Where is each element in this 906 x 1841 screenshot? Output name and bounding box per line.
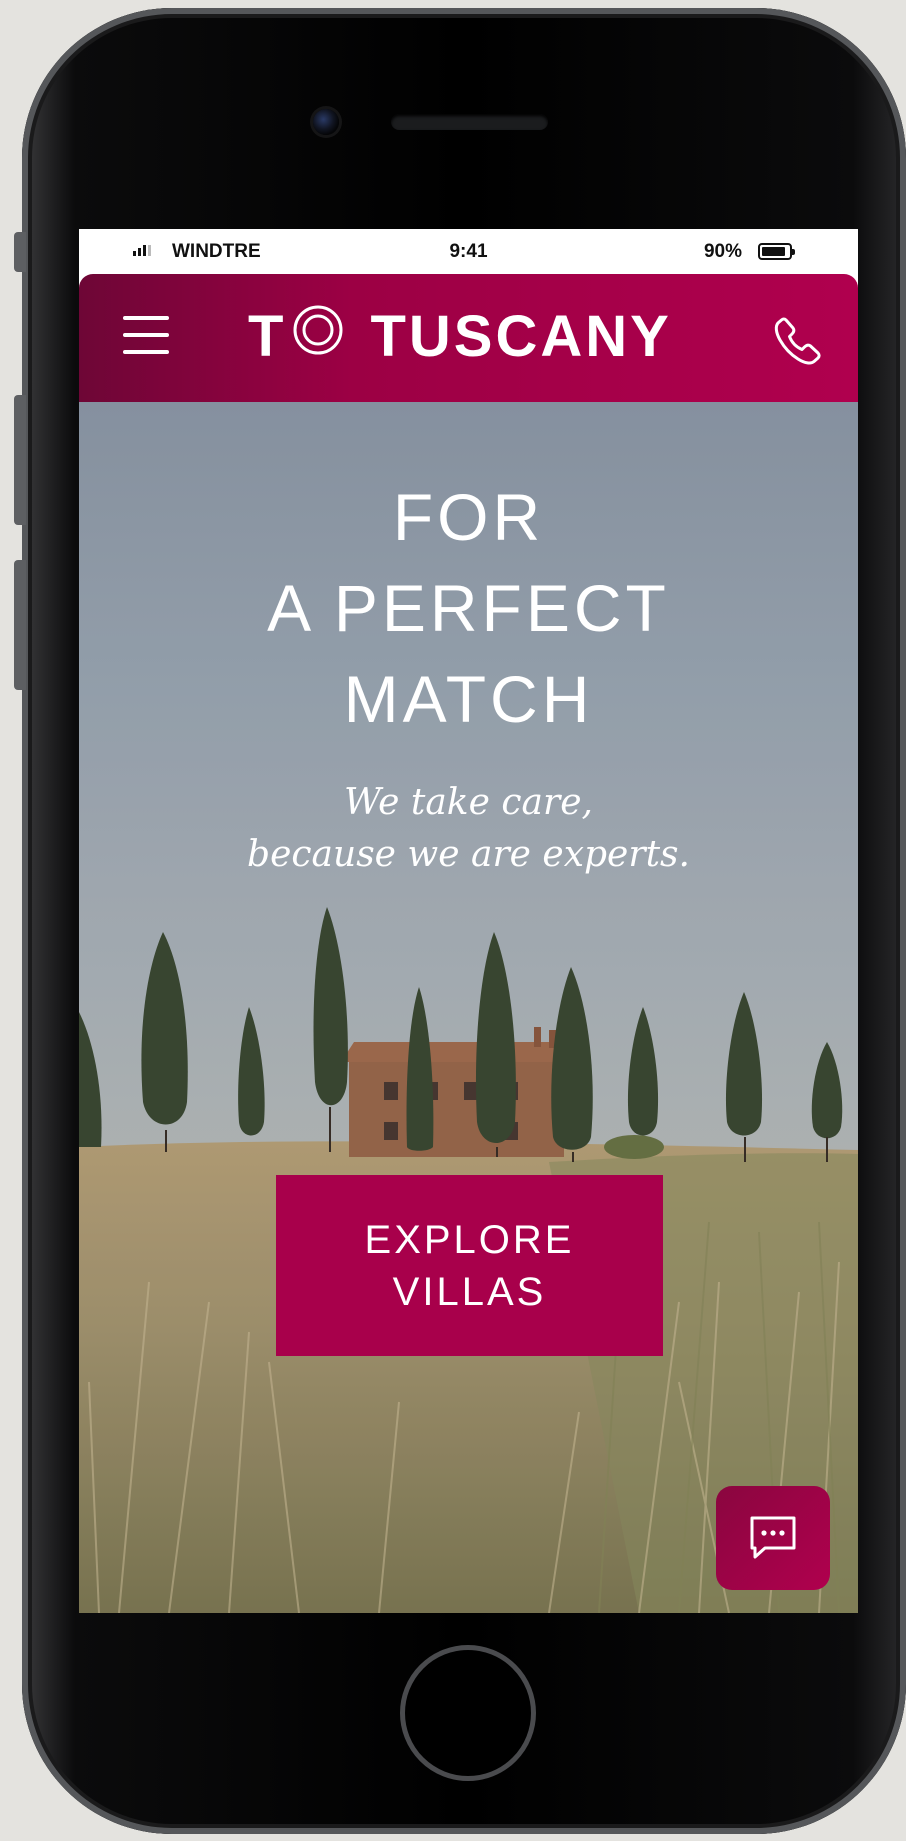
phone-icon — [774, 317, 821, 365]
chat-bubble-icon — [750, 1516, 796, 1559]
hero-subtitle-line: We take care, — [344, 782, 593, 823]
status-bar: WINDTRE 9:41 90% — [79, 229, 858, 274]
hamburger-menu-icon — [123, 316, 169, 320]
hero-title-line: A PERFECT — [267, 571, 670, 645]
device-screen: WINDTRE 9:41 90% T TUSCANY FOR A PERFECT… — [79, 229, 858, 1613]
cta-label-line: EXPLORE — [364, 1217, 575, 1262]
mute-switch — [14, 232, 26, 272]
home-button[interactable] — [400, 1645, 536, 1781]
logo-ring-icon — [292, 303, 344, 370]
hero-title: FOR A PERFECT MATCH — [79, 472, 858, 745]
call-button[interactable] — [772, 314, 824, 366]
battery-percent: 90% — [703, 241, 742, 262]
volume-down-button — [14, 560, 26, 690]
hero-subtitle-line: because we are experts. — [247, 834, 690, 875]
front-camera — [313, 109, 339, 135]
hero-title-line: FOR — [392, 480, 545, 554]
chat-button[interactable] — [716, 1486, 830, 1590]
hero-title-line: MATCH — [343, 662, 594, 736]
earpiece-speaker — [391, 114, 548, 130]
battery-icon — [758, 243, 795, 260]
app-header: T TUSCANY — [79, 274, 858, 402]
hero-subtitle: We take care, because we are experts. — [79, 777, 858, 881]
logo-prefix: T — [248, 303, 287, 369]
menu-button[interactable] — [123, 316, 171, 358]
explore-villas-button[interactable]: EXPLORE VILLAS — [276, 1175, 663, 1356]
volume-up-button — [14, 395, 26, 525]
hero-section: FOR A PERFECT MATCH We take care, becaus… — [79, 402, 858, 1613]
cta-label-line: VILLAS — [392, 1269, 547, 1314]
logo-text: TUSCANY — [370, 303, 672, 369]
brand-logo[interactable]: T TUSCANY — [248, 303, 672, 370]
